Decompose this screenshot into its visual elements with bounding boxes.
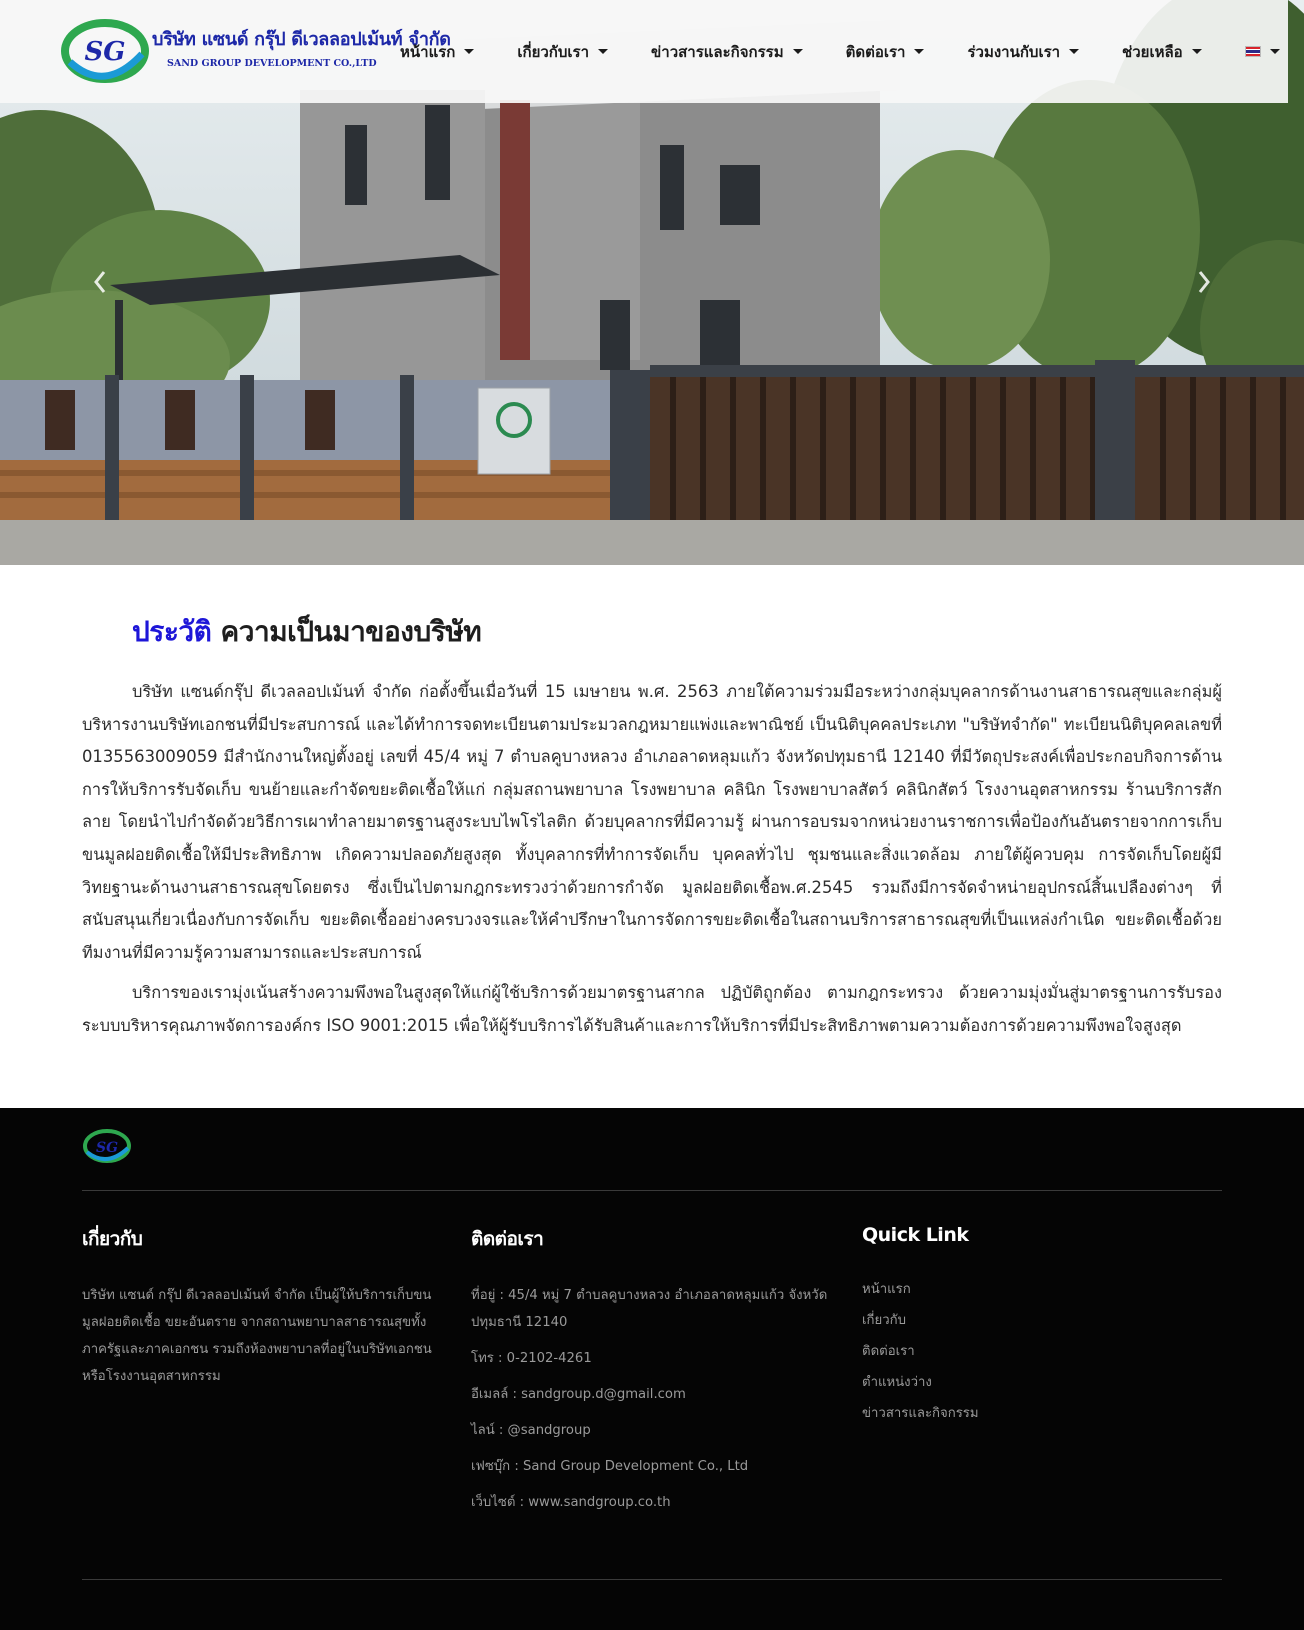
footer-about-heading: เกี่ยวกับ — [82, 1228, 143, 1250]
company-logo[interactable]: SG บริษัท แซนด์ กรุ๊ป ดีเวลลอปเม้นท์ จำก… — [60, 14, 451, 88]
footer-about-column: เกี่ยวกับ บริษัท แซนด์ กรุ๊ป ดีเวลลอปเม้… — [82, 1224, 432, 1390]
nav-label: ข่าวสารและกิจกรรม — [651, 42, 784, 61]
caret-down-icon — [792, 49, 803, 54]
footer-quicklink-column: Quick Link หน้าแรก เกี่ยวกับ ติดต่อเรา ต… — [862, 1224, 1202, 1429]
contact-line[interactable]: ไลน์ : @sandgroup — [471, 1417, 831, 1444]
thai-flag-icon — [1244, 46, 1261, 57]
footer-about-text: บริษัท แซนด์ กรุ๊ป ดีเวลลอปเม้นท์ จำกัด … — [82, 1288, 432, 1384]
footer-contact-column: ติดต่อเรา ที่อยู่ : 45/4 หมู่ 7 ตำบลคูบา… — [471, 1224, 831, 1525]
footer-quicklink-heading: Quick Link — [862, 1224, 969, 1246]
nav-label: เกี่ยวกับเรา — [517, 42, 590, 61]
caret-down-icon — [1191, 49, 1202, 54]
quicklink-careers[interactable]: ตำแหน่งว่าง — [862, 1367, 1202, 1398]
quicklink-home[interactable]: หน้าแรก — [862, 1274, 1202, 1305]
chevron-left-icon — [94, 271, 106, 293]
hero-banner: SG บริษัท แซนด์ กรุ๊ป ดีเวลลอปเม้นท์ จำก… — [0, 0, 1304, 565]
nav-label: หน้าแรก — [400, 42, 456, 61]
quicklink-contact[interactable]: ติดต่อเรา — [862, 1336, 1202, 1367]
nav-label: ช่วยเหลือ — [1122, 42, 1183, 61]
caret-down-icon — [598, 49, 609, 54]
contact-phone[interactable]: โทร : 0-2102-4261 — [471, 1345, 831, 1372]
contact-email[interactable]: อีเมลล์ : sandgroup.d@gmail.com — [471, 1381, 831, 1408]
caret-down-icon — [464, 49, 475, 54]
logo-mark: SG — [85, 37, 126, 67]
nav-label: ร่วมงานกับเรา — [967, 42, 1061, 61]
nav-news[interactable]: ข่าวสารและกิจกรรม — [651, 40, 803, 64]
nav-about[interactable]: เกี่ยวกับเรา — [517, 40, 609, 64]
caret-down-icon — [1269, 49, 1280, 54]
site-footer: SG เกี่ยวกับ บริษัท แซนด์ กรุ๊ป ดีเวลลอป… — [0, 1108, 1304, 1630]
contact-website[interactable]: เว็บไซต์ : www.sandgroup.co.th — [471, 1489, 831, 1516]
language-switcher[interactable] — [1244, 46, 1280, 57]
footer-logo-mark: SG — [96, 1140, 118, 1156]
caret-down-icon — [1069, 49, 1080, 54]
carousel-prev-button[interactable] — [88, 262, 112, 302]
caret-down-icon — [914, 49, 925, 54]
nav-home[interactable]: หน้าแรก — [400, 40, 475, 64]
nav-contact[interactable]: ติดต่อเรา — [846, 40, 925, 64]
footer-divider — [82, 1190, 1222, 1191]
contact-facebook[interactable]: เฟซบุ๊ก : Sand Group Development Co., Lt… — [471, 1453, 831, 1480]
company-history-section: ประวัติ ความเป็นมาของบริษัท บริษัท แซนด์… — [82, 610, 1222, 1051]
title-accent: ประวัติ — [132, 615, 212, 648]
title-rest: ความเป็นมาของบริษัท — [211, 615, 482, 648]
footer-logo[interactable]: SG — [82, 1128, 132, 1164]
nav-careers[interactable]: ร่วมงานกับเรา — [967, 40, 1080, 64]
logo-company-name-en: SAND GROUP DEVELOPMENT CO.,LTD — [167, 58, 377, 69]
footer-bottom-divider — [82, 1579, 1222, 1580]
section-title: ประวัติ ความเป็นมาของบริษัท — [132, 610, 1222, 654]
top-navbar: SG บริษัท แซนด์ กรุ๊ป ดีเวลลอปเม้นท์ จำก… — [0, 0, 1288, 103]
sg-logo-icon: SG — [83, 1129, 131, 1163]
contact-address: ที่อยู่ : 45/4 หมู่ 7 ตำบลคูบางหลวง อำเภ… — [471, 1288, 828, 1330]
history-paragraph: บริษัท แซนด์กรุ๊ป ดีเวลลอปเม้นท์ จำกัด ก… — [82, 682, 1222, 962]
main-nav: หน้าแรก เกี่ยวกับเรา ข่าวสารและกิจกรรม ต… — [380, 0, 1280, 103]
footer-contact-heading: ติดต่อเรา — [471, 1228, 544, 1250]
quicklink-about[interactable]: เกี่ยวกับ — [862, 1305, 1202, 1336]
history-paragraph: บริการของเรามุ่งเน้นสร้างความพึงพอในสูงส… — [82, 983, 1222, 1035]
sg-logo-icon: SG — [61, 19, 149, 83]
chevron-right-icon — [1198, 271, 1210, 293]
quicklink-news[interactable]: ข่าวสารและกิจกรรม — [862, 1398, 1202, 1429]
carousel-next-button[interactable] — [1192, 262, 1216, 302]
nav-help[interactable]: ช่วยเหลือ — [1122, 40, 1202, 64]
nav-label: ติดต่อเรา — [845, 42, 906, 61]
